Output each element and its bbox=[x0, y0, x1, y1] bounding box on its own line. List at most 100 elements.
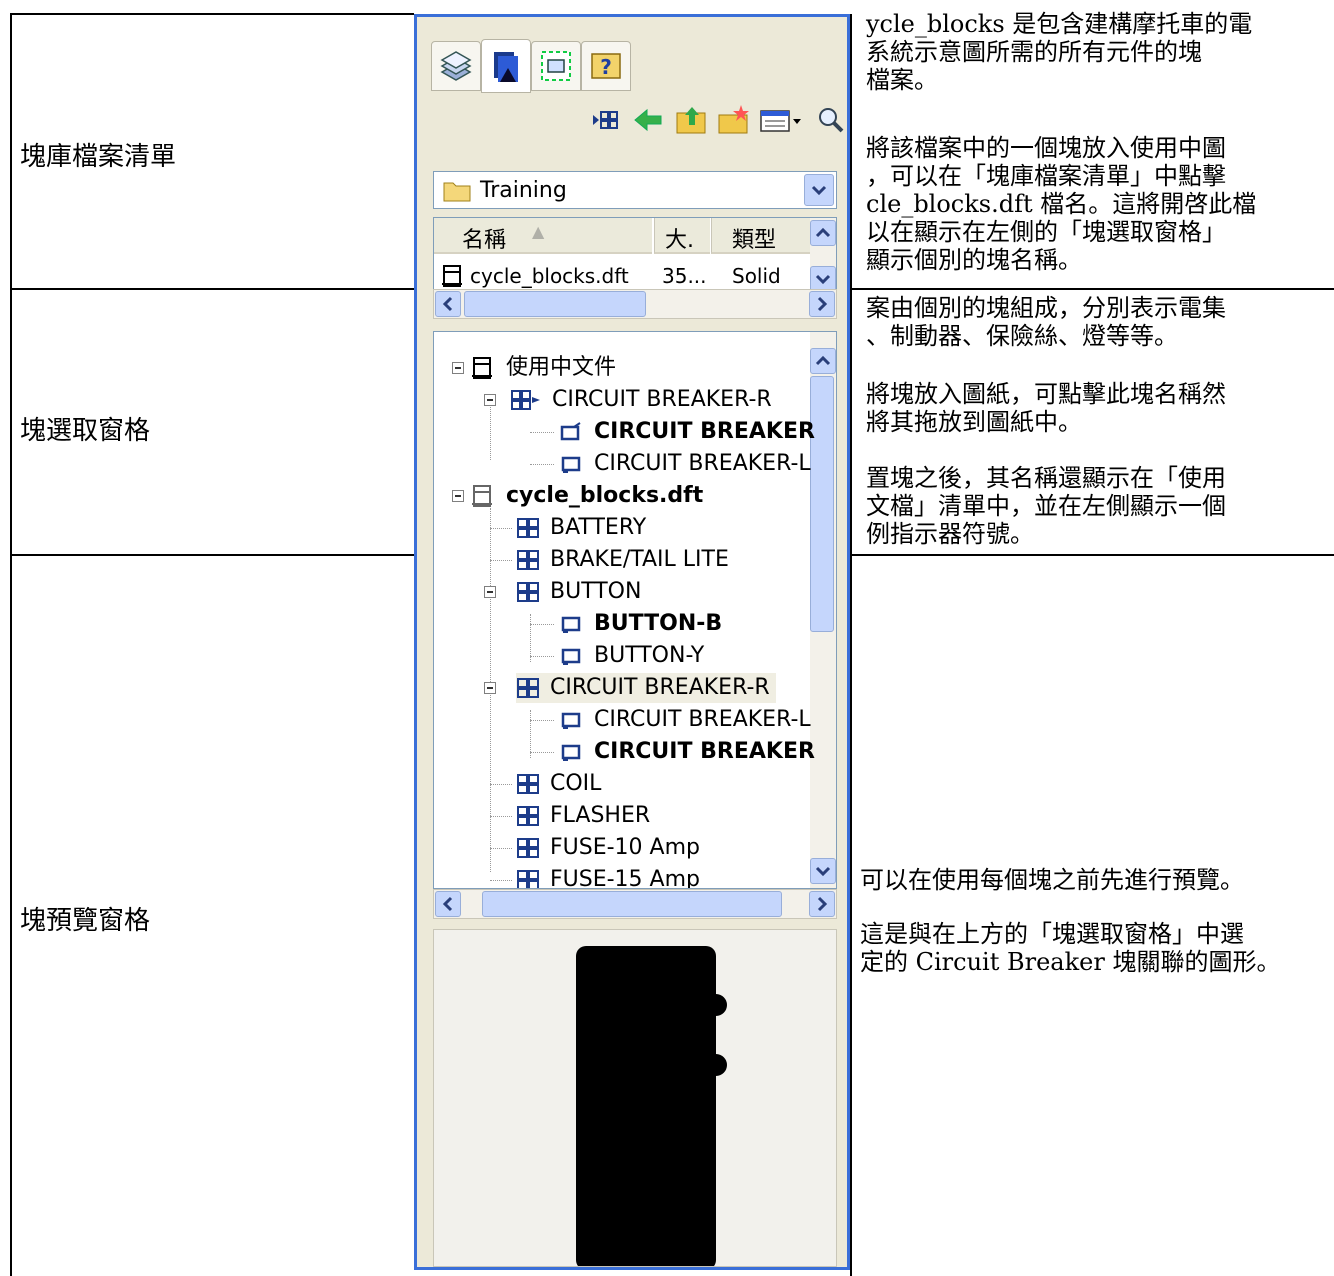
tree-node-block[interactable]: COIL bbox=[516, 769, 601, 799]
column-type-label: 類型 bbox=[732, 228, 777, 253]
scroll-right-button[interactable] bbox=[809, 291, 835, 317]
views-menu-button[interactable] bbox=[755, 103, 805, 137]
scroll-left-button[interactable] bbox=[435, 891, 461, 917]
right-row-divider-2 bbox=[850, 554, 1334, 556]
layers-icon bbox=[440, 51, 472, 81]
text-line: ycle_blocks 是包含建構摩托車的電 bbox=[866, 10, 1253, 38]
collapse-toggle[interactable] bbox=[452, 490, 464, 502]
tree-node-block[interactable]: BUTTON bbox=[516, 577, 641, 607]
svg-text:?: ? bbox=[600, 55, 612, 79]
tree-node-view[interactable]: CIRCUIT BREAKER-L bbox=[560, 705, 811, 735]
file-list-hscrollbar[interactable] bbox=[433, 289, 837, 319]
views-menu-icon bbox=[760, 110, 801, 132]
file-list-scrollbar[interactable] bbox=[810, 218, 836, 296]
tree-node-block[interactable]: FUSE-10 Amp bbox=[516, 833, 700, 863]
folder-select[interactable]: Training bbox=[433, 171, 837, 209]
view-icon bbox=[561, 712, 581, 729]
column-header-type[interactable]: 類型 bbox=[711, 218, 811, 254]
tab-help[interactable]: ? bbox=[581, 41, 631, 91]
folder-name: Training bbox=[480, 178, 567, 203]
description-paragraph-7: 這是與在上方的「塊選取窗格」中選 定的 Circuit Breaker 塊關聯的… bbox=[860, 920, 1280, 976]
file-size: 35... bbox=[662, 264, 707, 288]
tree-node-label: FUSE-15 Amp bbox=[550, 867, 700, 889]
block-icon bbox=[517, 582, 539, 602]
block-tree: 使用中文件 CIRCUIT BREAKER-R CIRCUIT BREAKER … bbox=[433, 331, 837, 889]
scroll-thumb[interactable] bbox=[464, 291, 646, 317]
right-row-divider-1 bbox=[850, 288, 1334, 290]
column-name-label: 名稱 bbox=[462, 228, 507, 253]
column-header-name[interactable]: 名稱 ▲ bbox=[434, 218, 652, 254]
folder-dropdown-button[interactable] bbox=[804, 174, 834, 206]
tree-scroll-up-button[interactable] bbox=[810, 348, 836, 374]
tree-node-block[interactable]: FLASHER bbox=[516, 801, 650, 831]
file-list: 名稱 ▲ 大. 類型 cycle_blocks.dft 35... Solid bbox=[433, 217, 837, 297]
tree-node-label: CIRCUIT BREAKER bbox=[594, 419, 815, 444]
description-paragraph-3: 案由個別的塊組成，分別表示電集 、制動器、保險絲、燈等等。 bbox=[866, 294, 1226, 350]
view-icon bbox=[561, 648, 581, 665]
tree-node-block[interactable]: CIRCUIT BREAKER-R bbox=[510, 385, 772, 415]
tree-scroll-down-button[interactable] bbox=[810, 858, 836, 884]
collapse-toggle[interactable] bbox=[484, 586, 496, 598]
text-line: 文檔」清單中，並在左側顯示一個 bbox=[866, 492, 1226, 520]
file-name: cycle_blocks.dft bbox=[470, 264, 629, 288]
tree-connector bbox=[530, 464, 554, 465]
collapse-toggle[interactable] bbox=[484, 394, 496, 406]
text-line: 將其拖放到圖紙中。 bbox=[866, 408, 1082, 436]
scroll-up-button[interactable] bbox=[810, 220, 836, 246]
tree-node-block[interactable]: FUSE-15 Amp bbox=[516, 865, 700, 889]
tree-node-block[interactable]: BATTERY bbox=[516, 513, 646, 543]
circuit-breaker-preview-graphic bbox=[576, 946, 727, 1266]
column-header-size[interactable]: 大. bbox=[654, 218, 710, 254]
tree-connector bbox=[490, 848, 512, 849]
view-button[interactable] bbox=[587, 103, 627, 137]
search-button[interactable] bbox=[811, 103, 847, 137]
view-icon bbox=[561, 616, 581, 633]
scroll-right-button[interactable] bbox=[809, 891, 835, 917]
tree-connector bbox=[530, 752, 554, 753]
library-label: 塊庫檔案清單 bbox=[20, 142, 177, 172]
new-folder-button[interactable] bbox=[713, 103, 753, 137]
tree-connector bbox=[490, 560, 512, 561]
tree-node-file[interactable]: cycle_blocks.dft bbox=[470, 481, 703, 511]
collapse-toggle[interactable] bbox=[484, 682, 496, 694]
tree-node-view[interactable]: CIRCUIT BREAKER bbox=[560, 737, 815, 767]
back-button[interactable] bbox=[629, 103, 669, 137]
description-paragraph-5: 置塊之後，其名稱還顯示在「使用 文檔」清單中，並在左側顯示一個 例指示器符號。 bbox=[866, 464, 1226, 548]
tree-node-block-selected[interactable]: CIRCUIT BREAKER-R bbox=[516, 673, 776, 703]
tree-node-view[interactable]: CIRCUIT BREAKER-L bbox=[560, 449, 811, 479]
tree-node-active-doc[interactable]: 使用中文件 bbox=[470, 353, 616, 383]
text-line: cle_blocks.dft 檔名。這將開啓此檔 bbox=[866, 190, 1257, 218]
tree-node-label: BUTTON-B bbox=[594, 611, 723, 636]
tree-connector bbox=[530, 432, 554, 433]
tree-node-view[interactable]: BUTTON-B bbox=[560, 609, 722, 639]
collapse-toggle[interactable] bbox=[452, 362, 464, 374]
view-icon bbox=[593, 111, 618, 129]
tree-node-view[interactable]: BUTTON-Y bbox=[560, 641, 704, 671]
scroll-left-button[interactable] bbox=[435, 291, 461, 317]
tree-node-label: BUTTON-Y bbox=[594, 643, 705, 668]
tree-scrollbar[interactable] bbox=[810, 332, 836, 888]
file-row[interactable]: cycle_blocks.dft 35... Solid Edge bbox=[440, 262, 810, 296]
new-folder-icon bbox=[718, 105, 749, 134]
up-folder-button[interactable] bbox=[671, 103, 711, 137]
tree-hscrollbar[interactable] bbox=[433, 889, 837, 919]
tree-node-label: BATTERY bbox=[550, 515, 647, 540]
selection-label: 塊選取窗格 bbox=[20, 416, 151, 446]
tree-node-label: CIRCUIT BREAKER-R bbox=[550, 675, 770, 700]
text-line: 將該檔案中的一個塊放入使用中圖 bbox=[866, 134, 1226, 162]
block-library-panel: ? Training 名稱 ▲ 大. 類型 cycle_blocks.dft 3… bbox=[414, 14, 850, 1270]
text-line: 將塊放入圖紙，可點擊此塊名稱然 bbox=[866, 380, 1226, 408]
chevron-up-icon bbox=[815, 355, 831, 366]
text-line: 置塊之後，其名稱還顯示在「使用 bbox=[866, 464, 1226, 492]
tree-node-block[interactable]: BRAKE/TAIL LITE bbox=[516, 545, 729, 575]
right-column-border bbox=[850, 14, 852, 1276]
folder-icon bbox=[443, 182, 471, 202]
tab-blocks[interactable] bbox=[531, 41, 581, 91]
tab-library[interactable] bbox=[481, 39, 531, 93]
scroll-thumb[interactable] bbox=[482, 891, 782, 917]
tree-node-view[interactable]: CIRCUIT BREAKER bbox=[560, 417, 815, 447]
tab-layers[interactable] bbox=[431, 41, 481, 91]
text-line: 可以在使用每個塊之前先進行預覽。 bbox=[860, 866, 1244, 894]
tree-scroll-thumb[interactable] bbox=[810, 376, 834, 632]
document-icon bbox=[472, 357, 492, 379]
